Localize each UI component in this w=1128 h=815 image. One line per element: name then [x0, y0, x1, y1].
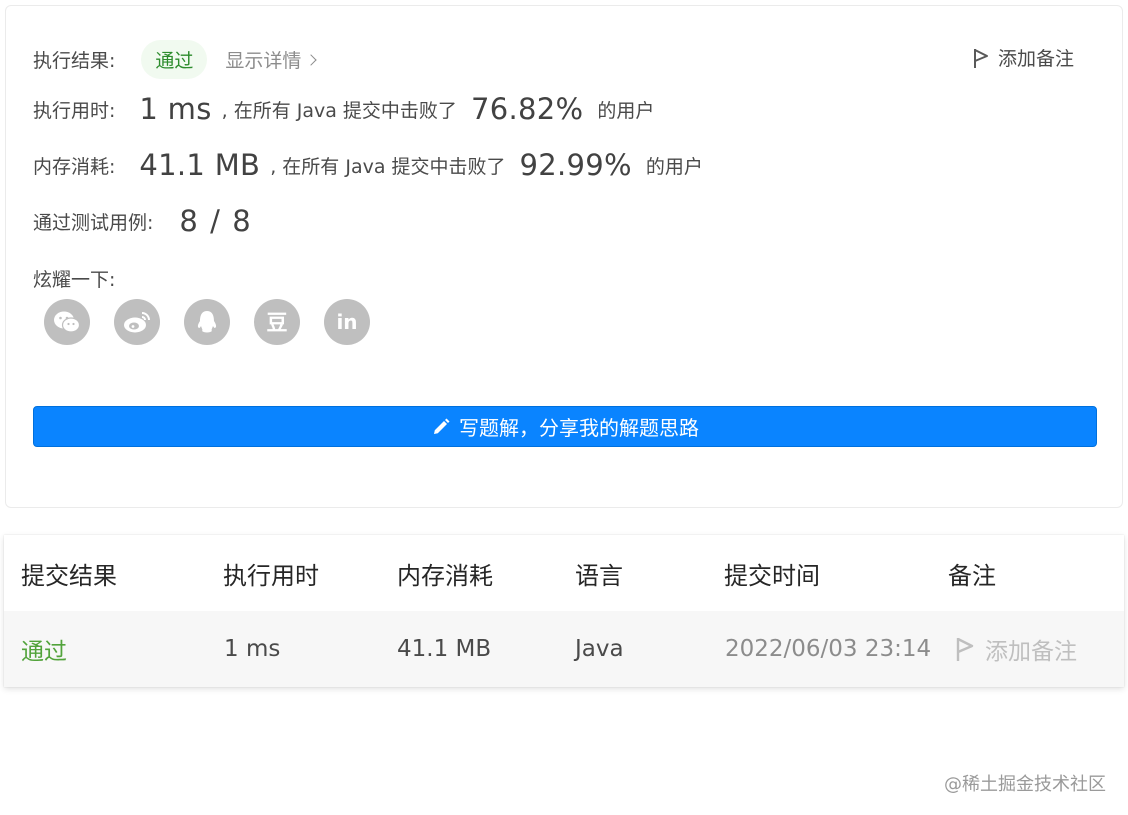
testcases-passed: 8	[179, 204, 199, 238]
testcases-separator: /	[210, 204, 221, 238]
result-row: 执行结果: 通过 显示详情	[33, 40, 318, 79]
result-label: 执行结果:	[33, 50, 116, 72]
linkedin-icon[interactable]: in	[324, 299, 370, 345]
header-runtime: 执行用时	[223, 561, 319, 590]
header-language: 语言	[575, 561, 623, 590]
header-time: 提交时间	[724, 561, 820, 590]
douban-icon[interactable]: 豆	[254, 299, 300, 345]
testcases-row: 通过测试用例: 8 / 8	[33, 204, 251, 238]
header-note: 备注	[948, 561, 996, 590]
table-row[interactable]: 通过 1 ms 41.1 MB Java 2022/06/03 23:14 添加…	[4, 611, 1124, 687]
testcases-label: 通过测试用例:	[33, 211, 154, 234]
memory-suffix: 的用户	[645, 155, 703, 178]
share-icons: 豆 in	[44, 299, 370, 345]
result-card: 执行结果: 通过 显示详情 添加备注 执行用时: 1 ms , 在所有 Java…	[5, 5, 1123, 508]
flag-icon	[956, 637, 974, 661]
runtime-label: 执行用时:	[33, 99, 116, 122]
watermark: @稀土掘金技术社区	[944, 774, 1106, 795]
memory-text: , 在所有 Java 提交中击败了	[270, 155, 506, 178]
testcases-total: 8	[232, 204, 252, 238]
row-language: Java	[575, 636, 624, 662]
add-note-button[interactable]: 添加备注	[972, 44, 1074, 71]
runtime-row: 执行用时: 1 ms , 在所有 Java 提交中击败了 76.82% 的用户	[33, 92, 654, 126]
share-label: 炫耀一下:	[33, 269, 116, 291]
runtime-text: , 在所有 Java 提交中击败了	[221, 99, 457, 122]
chevron-right-icon	[305, 53, 318, 66]
weibo-icon[interactable]	[114, 299, 160, 345]
header-status: 提交结果	[21, 561, 117, 590]
memory-label: 内存消耗:	[33, 155, 116, 178]
row-add-note-button[interactable]: 添加备注	[955, 611, 1077, 687]
header-memory: 内存消耗	[397, 561, 493, 590]
flag-icon	[973, 48, 988, 68]
submission-table: 提交结果 执行用时 内存消耗 语言 提交时间 备注 通过 1 ms 41.1 M…	[4, 535, 1124, 687]
show-details-label: 显示详情	[225, 50, 302, 72]
qq-icon[interactable]	[184, 299, 230, 345]
runtime-percent: 76.82%	[470, 92, 584, 126]
memory-percent: 92.99%	[519, 148, 632, 182]
share-row: 炫耀一下:	[33, 265, 115, 292]
write-solution-button[interactable]: 写题解，分享我的解题思路	[33, 406, 1097, 447]
row-runtime: 1 ms	[224, 636, 281, 662]
row-status[interactable]: 通过	[21, 611, 67, 687]
show-details-link[interactable]: 显示详情	[225, 46, 318, 73]
memory-value: 41.1 MB	[139, 148, 261, 182]
memory-row: 内存消耗: 41.1 MB , 在所有 Java 提交中击败了 92.99% 的…	[33, 148, 703, 182]
runtime-value: 1 ms	[139, 92, 212, 126]
row-memory: 41.1 MB	[397, 636, 492, 662]
add-note-label: 添加备注	[997, 48, 1074, 70]
row-time: 2022/06/03 23:14	[725, 636, 932, 662]
pencil-icon	[434, 418, 450, 434]
write-solution-label: 写题解，分享我的解题思路	[459, 416, 699, 440]
wechat-icon[interactable]	[44, 299, 90, 345]
status-badge: 通过	[141, 40, 208, 79]
row-add-note-label: 添加备注	[985, 639, 1077, 665]
runtime-suffix: 的用户	[597, 99, 655, 122]
table-header: 提交结果 执行用时 内存消耗 语言 提交时间 备注	[4, 535, 1124, 612]
